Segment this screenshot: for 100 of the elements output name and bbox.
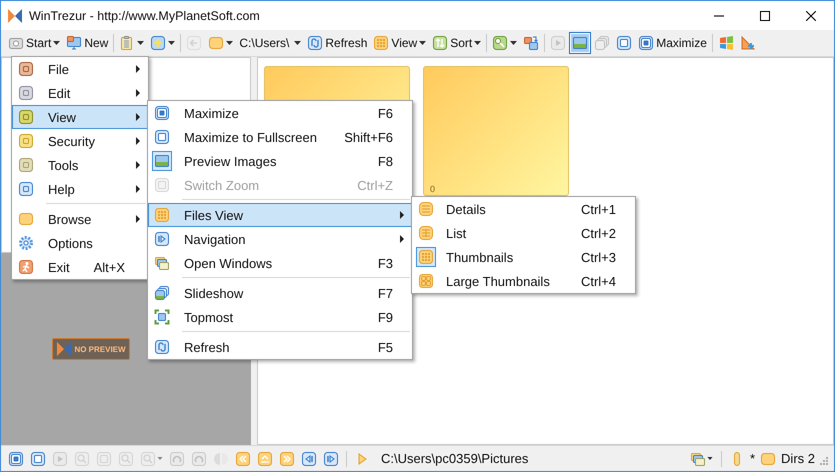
play-icon [550, 35, 566, 51]
status-button[interactable] [688, 450, 714, 466]
square-icon [18, 133, 34, 149]
menu-item[interactable]: Refresh F5 [148, 335, 412, 359]
grid-icon [418, 249, 434, 265]
path-dropdown[interactable]: C:\Users\ [236, 32, 304, 54]
stack-icon [154, 285, 170, 301]
skip-icon [154, 231, 170, 247]
menu-item[interactable]: Exit Alt+X [12, 255, 148, 279]
menu-item[interactable]: Security [12, 129, 148, 153]
caret-icon [226, 41, 234, 45]
toolbar-button[interactable]: Refresh [304, 32, 370, 54]
menu-item[interactable]: Edit [12, 81, 148, 105]
menu-item[interactable]: List Ctrl+2 [412, 221, 635, 245]
menu-item[interactable]: Topmost F9 [148, 305, 412, 329]
play-icon [52, 450, 68, 466]
camera-icon [8, 35, 24, 51]
skip-icon [301, 450, 317, 466]
menu-item[interactable]: Help [12, 177, 148, 201]
toolbar-button[interactable] [569, 32, 592, 54]
menu-item[interactable]: Maximize F6 [148, 101, 412, 125]
square-icon [18, 85, 34, 101]
resize-grip-icon [820, 456, 828, 464]
caret-icon [168, 41, 176, 45]
close-icon [806, 10, 816, 20]
folder-icon [760, 450, 776, 466]
refresh-icon [307, 35, 324, 51]
menu-item[interactable]: View [12, 105, 148, 129]
menu-item[interactable]: Navigation [148, 227, 412, 251]
menu-item[interactable]: Details Ctrl+1 [412, 197, 635, 221]
menu-item[interactable]: Files View [148, 203, 412, 227]
caret-icon [53, 41, 60, 45]
status-button[interactable] [234, 450, 252, 466]
refresh-icon [154, 339, 170, 355]
grid-icon [373, 35, 390, 51]
window-title: WinTrezur - http://www.MyPlanetSoft.com [29, 8, 260, 22]
menu-item[interactable]: Tools [12, 153, 148, 177]
frame-icon [154, 105, 170, 121]
menu-item[interactable]: Options [12, 231, 148, 255]
menu-item[interactable]: Open Windows F3 [148, 251, 412, 275]
settings-icon [18, 235, 34, 251]
list-icon [418, 201, 434, 217]
toolbar-button[interactable]: Start [5, 32, 64, 54]
caret-icon [419, 41, 426, 45]
fast-forward-icon [279, 450, 295, 466]
grid-icon [154, 207, 170, 223]
person-icon [18, 259, 34, 275]
square-icon [18, 157, 34, 173]
zoom-icon [118, 450, 134, 466]
menu-item[interactable]: Large Thumbnails Ctrl+4 [412, 269, 635, 293]
triangle-plus-icon [740, 35, 756, 51]
toolbar-button[interactable]: Maximize [635, 32, 710, 54]
corners-icon [154, 309, 170, 325]
stack-icon [594, 35, 610, 51]
toolbar-button[interactable]: New [63, 32, 112, 54]
menu-item[interactable]: Preview Images F8 [148, 149, 412, 173]
status-button[interactable] [29, 450, 47, 466]
frame-icon [30, 450, 46, 466]
folder-icon [208, 35, 224, 51]
frame-icon [154, 129, 170, 145]
app-logo-icon [7, 8, 23, 24]
zoom-frame-icon [154, 177, 170, 193]
image-icon [572, 35, 588, 51]
app-logo-icon [56, 341, 72, 357]
zoom-icon [140, 450, 156, 466]
windows-icon [690, 450, 706, 466]
status-button[interactable] [300, 450, 318, 466]
zoom-frame-icon [96, 450, 112, 466]
menu-item[interactable]: Slideshow F7 [148, 281, 412, 305]
menu-item[interactable]: Maximize to Fullscreen Shift+F6 [148, 125, 412, 149]
zoom-icon [74, 450, 90, 466]
table-icon [418, 225, 434, 241]
skip-icon [323, 450, 339, 466]
up-icon [257, 450, 273, 466]
status-button[interactable] [7, 450, 25, 466]
tiles-icon [418, 273, 434, 289]
status-button[interactable] [256, 450, 274, 466]
color-tiles-icon [718, 35, 734, 51]
menu-item[interactable]: Browse [12, 207, 148, 231]
caret-icon [510, 41, 518, 45]
folder-thumbnail[interactable]: 0 [423, 66, 569, 196]
dirs-count: Dirs 2 [781, 451, 815, 466]
menu-item[interactable]: Thumbnails Ctrl+3 [412, 245, 635, 269]
maximize-icon [760, 10, 770, 20]
status-button[interactable] [322, 450, 340, 466]
rewind-icon [235, 450, 251, 466]
toolbar-button[interactable]: View [370, 32, 430, 54]
image-icon [154, 153, 170, 169]
key-icon [492, 35, 508, 51]
no-preview-text: NO PREVIEW [74, 344, 126, 354]
sort-icon [432, 35, 448, 51]
windows-icon [154, 255, 170, 271]
folder-icon [18, 211, 34, 227]
monitor-icon [66, 35, 82, 51]
status-button[interactable] [278, 450, 296, 466]
square-icon [18, 181, 34, 197]
menu-item[interactable]: File [12, 57, 148, 81]
caret-icon [474, 41, 482, 45]
toolbar-button[interactable]: Sort [429, 32, 484, 54]
current-path: C:\Users\pc0359\Pictures [381, 451, 528, 466]
